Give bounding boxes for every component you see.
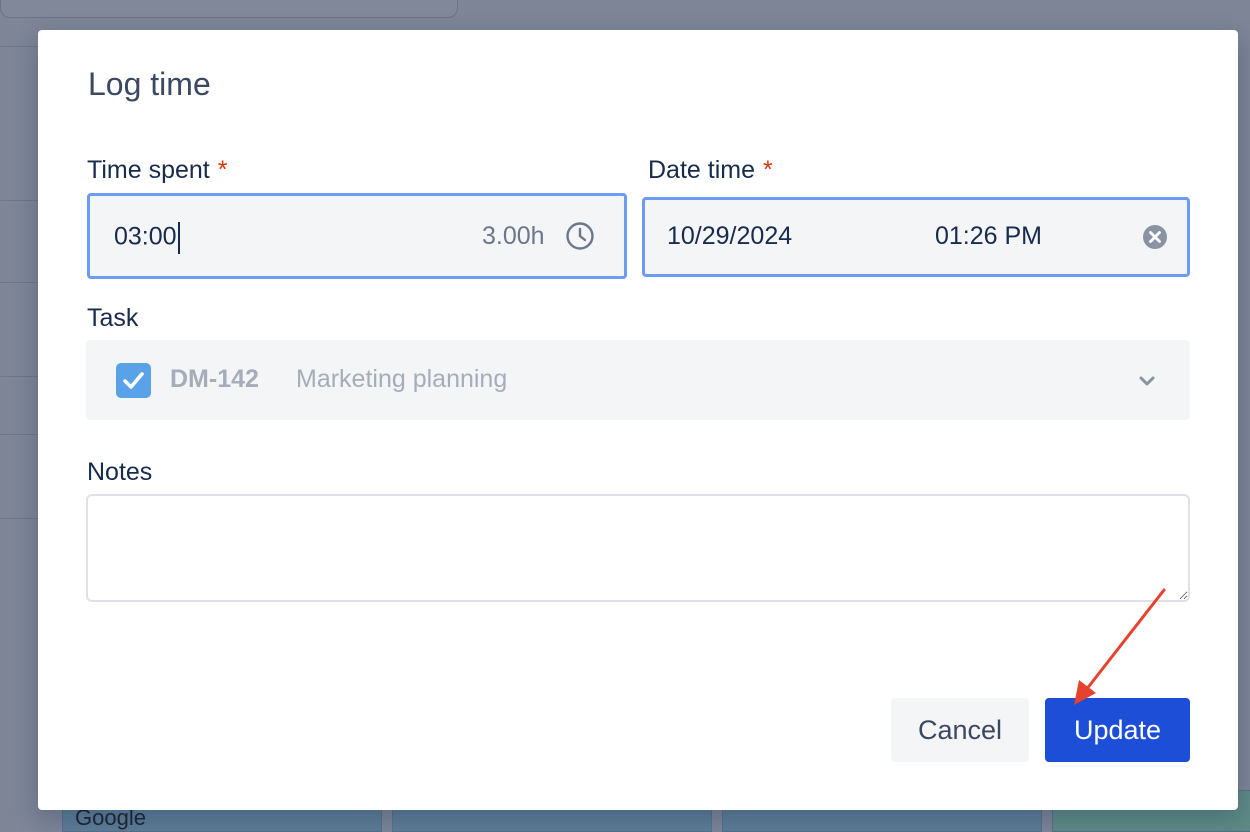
required-mark: * [762, 156, 773, 184]
background-search-bar [0, 0, 458, 18]
task-key: DM-142 [170, 365, 259, 393]
time-value[interactable]: 01:26 PM [935, 222, 1042, 251]
task-name: Marketing planning [296, 365, 508, 393]
log-time-dialog: Log time Time spent * 03:00 3.00h Date ti… [38, 30, 1238, 810]
background-divider [0, 434, 38, 435]
clock-icon [566, 222, 594, 250]
hours-display: 3.00h [482, 222, 545, 250]
notes-label: Notes [87, 458, 153, 486]
background-divider [0, 376, 38, 377]
clear-icon[interactable] [1141, 223, 1169, 251]
time-spent-input[interactable]: 03:00 3.00h [87, 193, 627, 279]
chevron-down-icon[interactable] [1136, 370, 1158, 392]
time-spent-text: 03:00 [114, 222, 177, 251]
time-spent-label-text: Time spent [87, 156, 210, 184]
background-divider [0, 282, 38, 283]
task-select[interactable]: DM-142 Marketing planning [86, 340, 1190, 420]
date-time-input[interactable]: 10/29/2024 01:26 PM [642, 197, 1190, 277]
task-label: Task [87, 304, 139, 332]
required-mark: * [217, 156, 228, 184]
date-time-label-text: Date time [648, 156, 755, 184]
text-caret [177, 222, 180, 254]
notes-textarea[interactable] [86, 494, 1190, 602]
update-button[interactable]: Update [1045, 698, 1190, 762]
time-spent-value: 03:00 [114, 222, 180, 254]
checkbox-checked-icon [116, 363, 151, 398]
background-divider [0, 46, 38, 47]
cancel-button[interactable]: Cancel [891, 698, 1029, 762]
background-divider [0, 518, 38, 519]
background-divider [0, 200, 38, 201]
date-value[interactable]: 10/29/2024 [667, 222, 792, 251]
dialog-title: Log time [88, 66, 211, 102]
date-time-label: Date time * [648, 156, 773, 185]
time-spent-label: Time spent * [87, 156, 227, 185]
